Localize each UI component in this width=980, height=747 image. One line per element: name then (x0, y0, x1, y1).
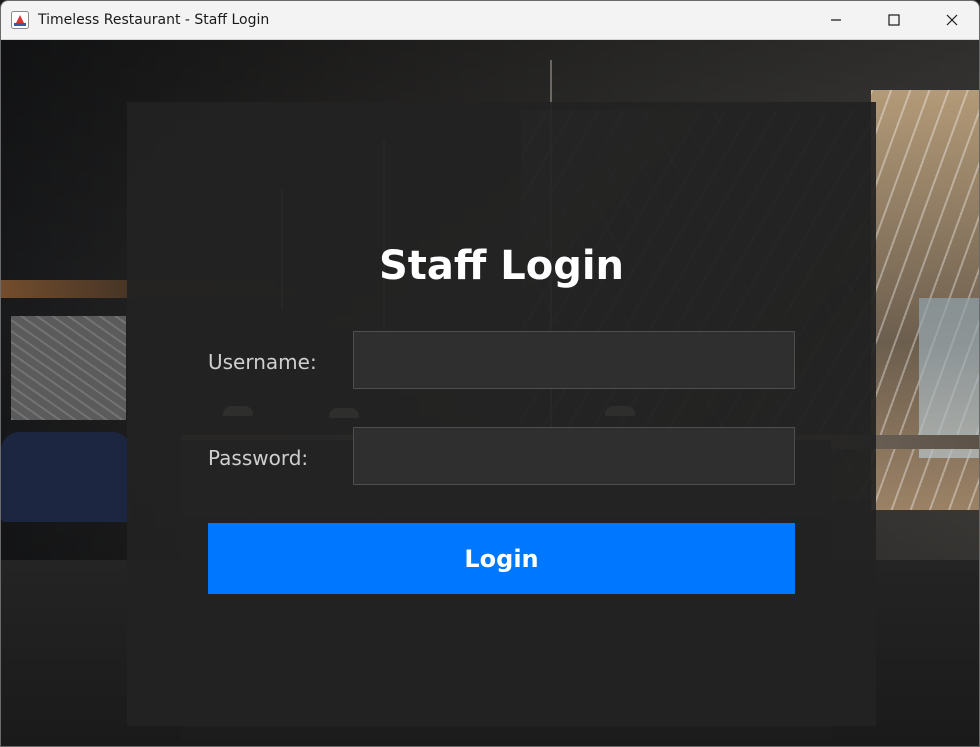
background-window (919, 298, 979, 458)
password-label: Password: (208, 446, 309, 470)
login-button[interactable]: Login (208, 523, 795, 594)
java-app-icon (11, 11, 29, 29)
wall-artwork (11, 316, 126, 420)
maximize-icon (888, 14, 900, 26)
login-heading: Staff Login (378, 243, 625, 289)
maximize-button[interactable] (865, 1, 923, 39)
close-icon (946, 14, 958, 26)
username-label: Username: (208, 350, 317, 374)
app-window: Timeless Restaurant - Staff Login Staff … (0, 0, 980, 747)
login-panel: Staff Login Username: Password: Login (127, 102, 876, 726)
close-button[interactable] (923, 1, 979, 39)
title-bar[interactable]: Timeless Restaurant - Staff Login (1, 1, 979, 40)
sofa (1, 432, 131, 522)
window-title: Timeless Restaurant - Staff Login (38, 12, 270, 28)
password-field[interactable] (353, 427, 795, 485)
minimize-icon (831, 19, 841, 21)
username-field[interactable] (353, 331, 795, 389)
minimize-button[interactable] (807, 1, 865, 39)
